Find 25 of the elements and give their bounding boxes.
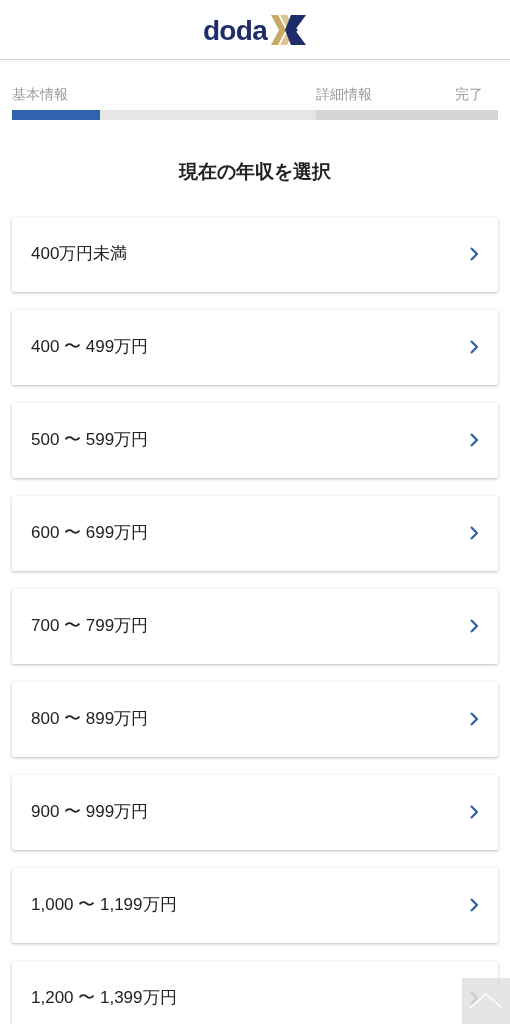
page-title: 現在の年収を選択 [177, 160, 332, 184]
salary-option[interactable]: 700 〜 799万円 [12, 588, 498, 664]
chevron-right-icon [469, 340, 478, 354]
step-label: 完了 [455, 85, 484, 104]
chevron-right-icon [469, 619, 478, 633]
salary-option[interactable]: 1,000 〜 1,199万円 [12, 867, 498, 943]
chevron-right-icon [469, 433, 478, 447]
chevron-right-icon [469, 805, 478, 819]
step-label: 詳細情報 [316, 85, 373, 104]
chevron-right-icon [469, 898, 478, 912]
logo-text: doda [202, 16, 268, 45]
chevron-up-icon [468, 992, 504, 1010]
salary-option[interactable]: 400万円未満 [12, 216, 498, 292]
chevron-right-icon [469, 526, 478, 540]
logo-x-icon [271, 14, 308, 45]
salary-option[interactable]: 1,200 〜 1,399万円 [12, 960, 498, 1024]
salary-option[interactable]: 900 〜 999万円 [12, 774, 498, 850]
chevron-right-icon [469, 247, 478, 261]
chevron-right-icon [469, 712, 478, 726]
step-label: 基本情報 [12, 85, 69, 104]
salary-option[interactable]: 800 〜 899万円 [12, 681, 498, 757]
scroll-top-button[interactable] [462, 978, 510, 1024]
salary-option[interactable]: 500 〜 599万円 [12, 402, 498, 478]
salary-option[interactable]: 600 〜 699万円 [12, 495, 498, 571]
salary-option[interactable]: 400 〜 499万円 [12, 309, 498, 385]
